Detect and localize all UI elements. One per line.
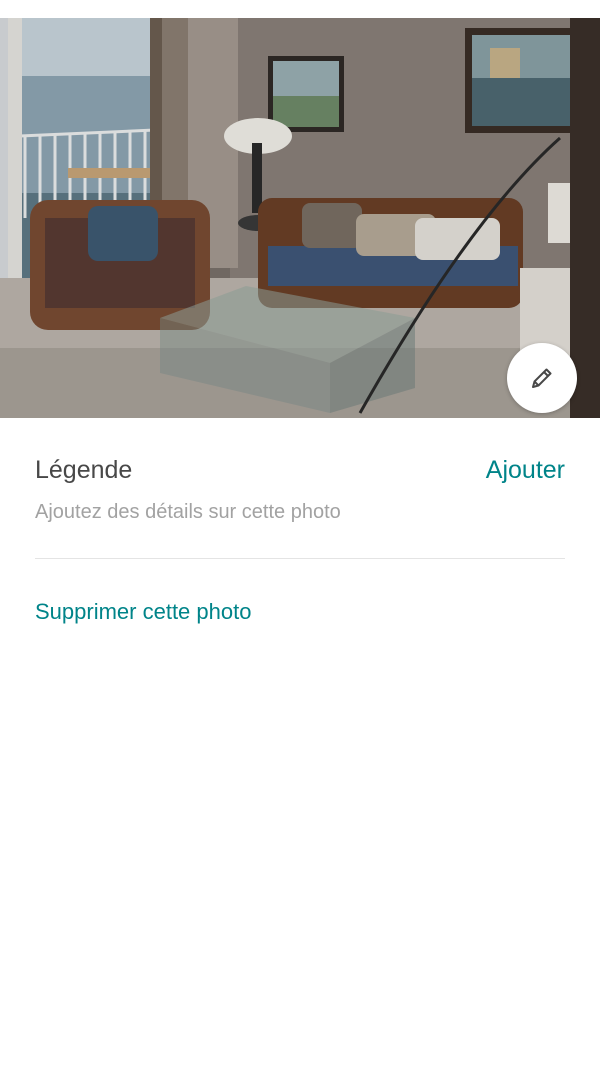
pencil-icon: [532, 368, 552, 388]
divider: [35, 558, 565, 559]
add-caption-button[interactable]: Ajouter: [486, 452, 565, 488]
caption-label: Légende: [35, 456, 133, 484]
listing-photo[interactable]: [0, 18, 600, 418]
top-spacer: [0, 0, 600, 18]
delete-photo-button[interactable]: Supprimer cette photo: [35, 596, 251, 628]
caption-row: Légende Ajouter: [35, 452, 565, 492]
caption-hint: Ajoutez des détails sur cette photo: [35, 501, 341, 523]
edit-photo-button[interactable]: [507, 343, 577, 413]
living-room-photo-illustration: [0, 18, 600, 418]
